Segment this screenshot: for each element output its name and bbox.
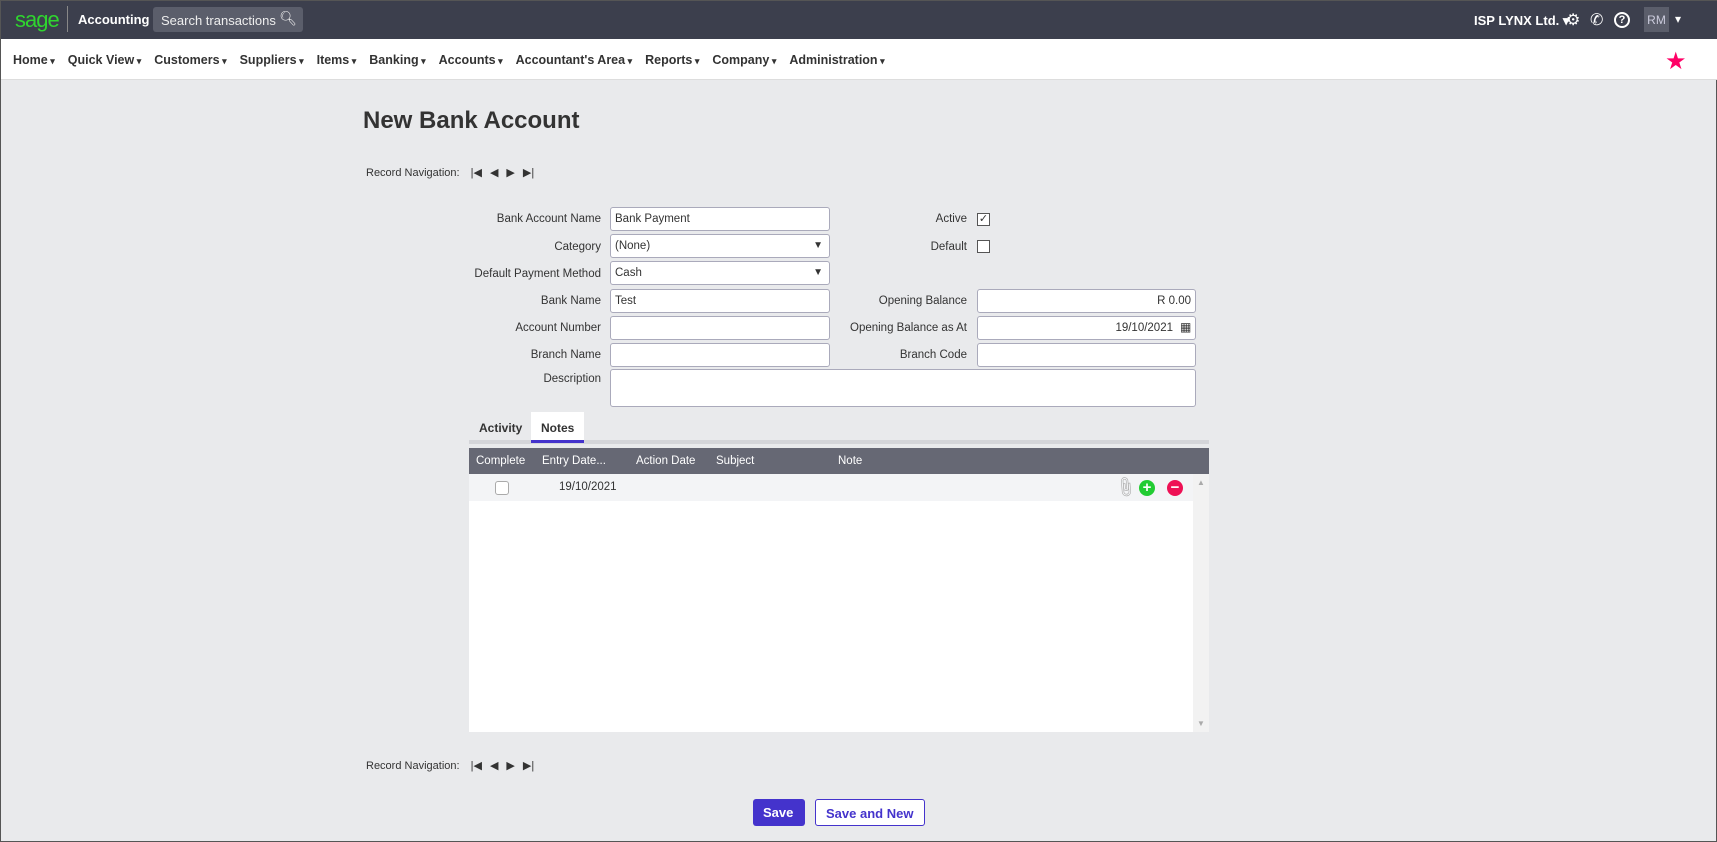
default-checkbox[interactable] xyxy=(977,240,990,253)
record-navigation-top: Record Navigation: |◀ ◀ ▶ ▶| xyxy=(366,166,534,179)
label-branch-code: Branch Code xyxy=(899,349,967,361)
label-opening-balance-as-at: Opening Balance as At xyxy=(850,322,967,334)
favorite-star-icon[interactable]: ★ xyxy=(1665,47,1687,76)
notes-grid: Complete Entry Date... Action Date Subje… xyxy=(469,448,1209,732)
label-description: Description xyxy=(543,373,601,385)
nav-administration[interactable]: Administration xyxy=(789,53,884,67)
label-active: Active xyxy=(935,213,967,225)
save-and-new-button[interactable]: Save and New xyxy=(815,799,925,826)
search-icon[interactable]: 🔍︎ xyxy=(279,10,297,27)
app-name: Accounting xyxy=(78,12,150,27)
label-default: Default xyxy=(930,241,967,253)
main-nav: Home Quick View Customers Suppliers Item… xyxy=(1,39,1717,80)
next-record-icon[interactable]: ▶ xyxy=(506,760,514,772)
record-nav-label: Record Navigation: xyxy=(366,167,460,179)
label-default-payment-method: Default Payment Method xyxy=(474,268,601,280)
col-subject[interactable]: Subject xyxy=(716,455,754,467)
next-record-icon[interactable]: ▶ xyxy=(506,167,514,179)
nav-items[interactable]: Items xyxy=(317,53,357,67)
tab-bar: Activity Notes xyxy=(469,412,1209,444)
grid-header: Complete Entry Date... Action Date Subje… xyxy=(469,448,1209,474)
branch-code-input[interactable] xyxy=(977,343,1196,367)
payment-method-value: Cash xyxy=(615,267,642,279)
search-input[interactable]: Search transactions 🔍︎ xyxy=(153,7,303,32)
company-name: ISP LYNX Ltd. xyxy=(1474,13,1560,28)
nav-banking[interactable]: Banking xyxy=(369,53,425,67)
record-navigation-bottom: Record Navigation: |◀ ◀ ▶ ▶| xyxy=(366,759,534,772)
col-complete[interactable]: Complete xyxy=(476,455,525,467)
label-category: Category xyxy=(554,241,601,253)
category-value: (None) xyxy=(615,240,651,252)
label-opening-balance: Opening Balance xyxy=(878,295,967,307)
opening-balance-date-input[interactable]: 19/10/2021 xyxy=(977,316,1196,340)
last-record-icon[interactable]: ▶| xyxy=(523,760,534,772)
phone-icon[interactable]: ✆ xyxy=(1590,10,1603,30)
prev-record-icon[interactable]: ◀ xyxy=(490,167,498,179)
entry-date-cell: 19/10/2021 xyxy=(559,481,617,493)
nav-accountants-area[interactable]: Accountant's Area xyxy=(516,53,633,67)
tab-notes[interactable]: Notes xyxy=(531,412,585,443)
paperclip-icon[interactable]: 📎︎ xyxy=(1112,474,1138,500)
col-note[interactable]: Note xyxy=(838,455,862,467)
divider xyxy=(67,6,68,32)
gear-icon[interactable]: ⚙ xyxy=(1566,10,1580,30)
first-record-icon[interactable]: |◀ xyxy=(471,167,482,179)
payment-method-select[interactable]: Cash xyxy=(610,261,830,285)
save-button[interactable]: Save xyxy=(753,799,805,826)
top-bar: sage Accounting Search transactions 🔍︎ IS… xyxy=(1,1,1717,39)
search-placeholder: Search transactions xyxy=(161,13,276,28)
label-bank-name: Bank Name xyxy=(540,295,601,307)
record-nav-label: Record Navigation: xyxy=(366,760,460,772)
prev-record-icon[interactable]: ◀ xyxy=(490,760,498,772)
calendar-icon[interactable]: ▦ xyxy=(1180,320,1191,334)
nav-home[interactable]: Home xyxy=(13,53,55,67)
opening-balance-input[interactable]: R 0.00 xyxy=(977,289,1196,313)
col-action-date[interactable]: Action Date xyxy=(636,455,695,467)
col-entry-date[interactable]: Entry Date... xyxy=(542,455,606,467)
last-record-icon[interactable]: ▶| xyxy=(523,167,534,179)
sage-logo[interactable]: sage xyxy=(15,7,60,33)
nav-company[interactable]: Company xyxy=(712,53,776,67)
add-icon[interactable]: + xyxy=(1139,480,1155,496)
help-icon[interactable]: ? xyxy=(1614,12,1630,28)
nav-suppliers[interactable]: Suppliers xyxy=(240,53,304,67)
first-record-icon[interactable]: |◀ xyxy=(471,760,482,772)
scrollbar[interactable]: ▲ ▼ xyxy=(1193,474,1209,732)
label-branch-name: Branch Name xyxy=(530,349,601,361)
page-title: New Bank Account xyxy=(363,107,580,134)
remove-icon[interactable]: − xyxy=(1167,480,1183,496)
description-input[interactable] xyxy=(610,369,1196,407)
nav-quick-view[interactable]: Quick View xyxy=(68,53,142,67)
label-bank-account-name: Bank Account Name xyxy=(496,213,601,225)
avatar[interactable]: RM xyxy=(1644,7,1669,32)
nav-accounts[interactable]: Accounts xyxy=(439,53,503,67)
nav-customers[interactable]: Customers xyxy=(154,53,226,67)
complete-checkbox[interactable] xyxy=(495,481,509,495)
chevron-down-icon[interactable]: ▾ xyxy=(1675,12,1681,26)
tab-activity[interactable]: Activity xyxy=(469,412,532,443)
table-row[interactable]: 19/10/2021 📎︎ + − xyxy=(469,474,1193,501)
company-selector[interactable]: ISP LYNX Ltd. ▾ xyxy=(1474,13,1569,29)
label-account-number: Account Number xyxy=(515,322,601,334)
nav-reports[interactable]: Reports xyxy=(645,53,699,67)
active-checkbox[interactable]: ✓ xyxy=(977,213,990,226)
